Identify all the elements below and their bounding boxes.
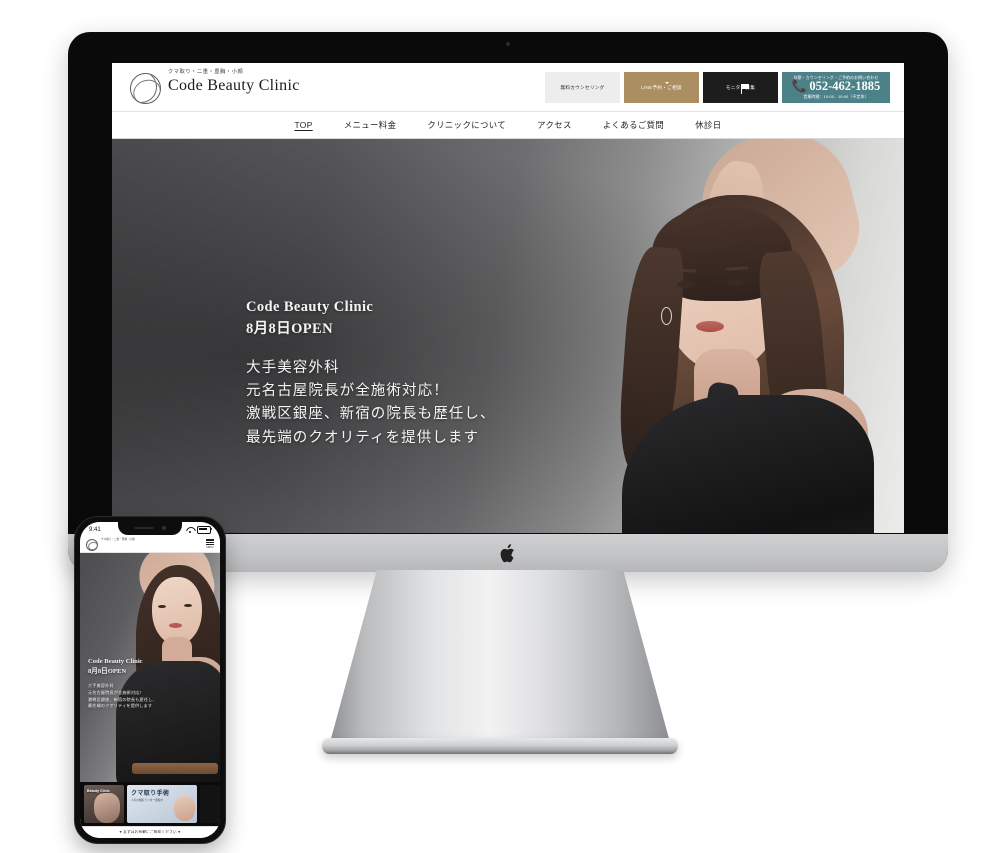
hamburger-menu-icon[interactable]: MENU — [206, 539, 214, 549]
hero-sub-line-2: 元名古屋院長が全施術対応！ — [246, 382, 449, 399]
iphone-notch — [118, 521, 182, 535]
imac-mockup: クマ取り・二重・豊胸・小顔 Code Beauty Clinic 無料カウンセリ… — [68, 32, 948, 572]
iphone-mockup: 9:41 クマ取り・二重・豊胸・小顔 Code Beauty Clinic — [74, 516, 226, 844]
hero-title: Code Beauty Clinic — [246, 299, 374, 315]
leaf-circle-logo-icon — [130, 73, 161, 104]
main-navigation: TOP メニュー料金 クリニックについて アクセス よくあるご質問 休診日 — [112, 111, 904, 139]
mobile-hero-sub-line-4: 最先端のクオリティを提供します — [88, 703, 153, 709]
nav-item-about-clinic[interactable]: クリニックについて — [427, 119, 506, 132]
mobile-hero-title: Code Beauty Clinic — [88, 658, 143, 665]
nav-item-top[interactable]: TOP — [294, 120, 312, 131]
mobile-bottom-cta-bar[interactable]: ♥ まずはお気軽にご相談ください ♥ — [80, 826, 220, 838]
phone-box-hours: 営業時間：10:00 - 19:00（不定休） — [803, 93, 869, 99]
hero-model-photo — [550, 139, 904, 533]
line-reservation-button[interactable]: LINE予約・ご相談 — [624, 71, 699, 103]
mobile-hero-open-date: 8月8日OPEN — [88, 668, 127, 676]
mobile-brand-tagline: クマ取り・二重・豊胸・小顔 — [101, 537, 135, 541]
imac-stand-base — [322, 738, 678, 754]
phone-handset-icon: 📞 — [791, 79, 808, 94]
leaf-circle-logo-icon — [86, 538, 98, 551]
free-counseling-button[interactable]: 無料カウンセリング — [545, 71, 620, 103]
hero-section: Code Beauty Clinic 8月8日OPEN 大手美容外科 元名古屋院… — [112, 139, 904, 533]
site-header: クマ取り・二重・豊胸・小顔 Code Beauty Clinic 無料カウンセリ… — [112, 63, 904, 111]
hero-open-date: 8月8日OPEN — [246, 320, 333, 337]
nav-item-closed-days[interactable]: 休診日 — [695, 119, 721, 132]
wifi-icon — [186, 527, 194, 533]
phone-number: 📞 052-462-1885 — [792, 80, 880, 93]
mobile-hero-copy: Code Beauty Clinic 8月8日OPEN 大手美容外科 元名古屋院… — [88, 657, 157, 710]
battery-icon — [197, 525, 213, 534]
mobile-hero-section: Code Beauty Clinic 8月8日OPEN 大手美容外科 元名古屋院… — [80, 553, 220, 782]
home-indicator — [128, 833, 172, 836]
mobile-hero-sub-line-2: 元名古屋院長が全施術対応！ — [88, 690, 144, 696]
apple-logo-icon — [500, 544, 514, 563]
nav-item-menu-price[interactable]: メニュー料金 — [344, 119, 397, 132]
iphone-body: 9:41 クマ取り・二重・豊胸・小顔 Code Beauty Clinic — [74, 516, 226, 844]
nav-item-access[interactable]: アクセス — [537, 119, 572, 132]
carousel-card[interactable]: クマ取り手術 人気の施術 モニター募集中 — [127, 785, 197, 823]
earpiece-speaker-icon — [134, 526, 155, 530]
phone-contact-box[interactable]: 診察・カウンセリング・ご予約のお問い合わせ 📞 052-462-1885 営業時… — [782, 71, 890, 103]
hero-sub-line-4: 最先端のクオリティを提供します — [246, 429, 480, 446]
website-desktop: クマ取り・二重・豊胸・小顔 Code Beauty Clinic 無料カウンセリ… — [112, 63, 904, 533]
iphone-screen: 9:41 クマ取り・二重・豊胸・小顔 Code Beauty Clinic — [80, 522, 220, 838]
monitor-recruit-button[interactable]: モニター募集 — [703, 71, 778, 103]
front-camera-icon — [162, 526, 166, 530]
phone-number-text: 052-462-1885 — [809, 79, 881, 94]
mobile-site-header: クマ取り・二重・豊胸・小顔 Code Beauty Clinic MENU — [80, 537, 220, 560]
carousel-card-title: クマ取り手術 — [131, 791, 170, 797]
line-reservation-label: LINE予約・ご相談 — [641, 84, 682, 90]
carousel-card[interactable]: Beauty Clinic — [84, 785, 124, 823]
imac-screen: クマ取り・二重・豊胸・小顔 Code Beauty Clinic 無料カウンセリ… — [112, 63, 904, 533]
header-action-buttons: 無料カウンセリング LINE予約・ご相談 モニター募集 診察・カウンセリング・ご… — [545, 71, 890, 103]
hero-copy: Code Beauty Clinic 8月8日OPEN 大手美容外科 元名古屋院… — [246, 297, 496, 450]
carousel-card-sub: 人気の施術 モニター募集中 — [131, 799, 163, 802]
brand-name: Code Beauty Clinic — [168, 77, 300, 95]
nav-item-faq[interactable]: よくあるご質問 — [603, 119, 664, 132]
hero-subtext: 大手美容外科 元名古屋院長が全施術対応！ 激戦区銀座、新宿の院長も歴任し、 最先… — [246, 357, 496, 451]
webcam-dot-icon — [506, 42, 510, 46]
brand-tagline: クマ取り・二重・豊胸・小顔 — [168, 69, 244, 75]
imac-bezel: クマ取り・二重・豊胸・小顔 Code Beauty Clinic 無料カウンセリ… — [68, 32, 948, 572]
imac-stand-neck — [329, 570, 671, 746]
free-counseling-label: 無料カウンセリング — [560, 84, 605, 90]
hero-sub-line-1: 大手美容外科 — [246, 359, 340, 376]
scene: クマ取り・二重・豊胸・小顔 Code Beauty Clinic 無料カウンセリ… — [0, 0, 1000, 853]
hero-sub-line-3: 激戦区銀座、新宿の院長も歴任し、 — [246, 406, 496, 423]
mobile-hero-subtext: 大手美容外科 元名古屋院長が全施術対応！ 激戦区銀座、新宿の院長も歴任し、 最先… — [88, 683, 157, 710]
carousel-card[interactable] — [200, 785, 220, 823]
hamburger-menu-label: MENU — [206, 546, 214, 550]
brand-logo[interactable]: クマ取り・二重・豊胸・小顔 Code Beauty Clinic — [130, 69, 300, 104]
mobile-card-carousel: Beauty Clinic クマ取り手術 人気の施術 モニター募集中 — [80, 782, 220, 826]
